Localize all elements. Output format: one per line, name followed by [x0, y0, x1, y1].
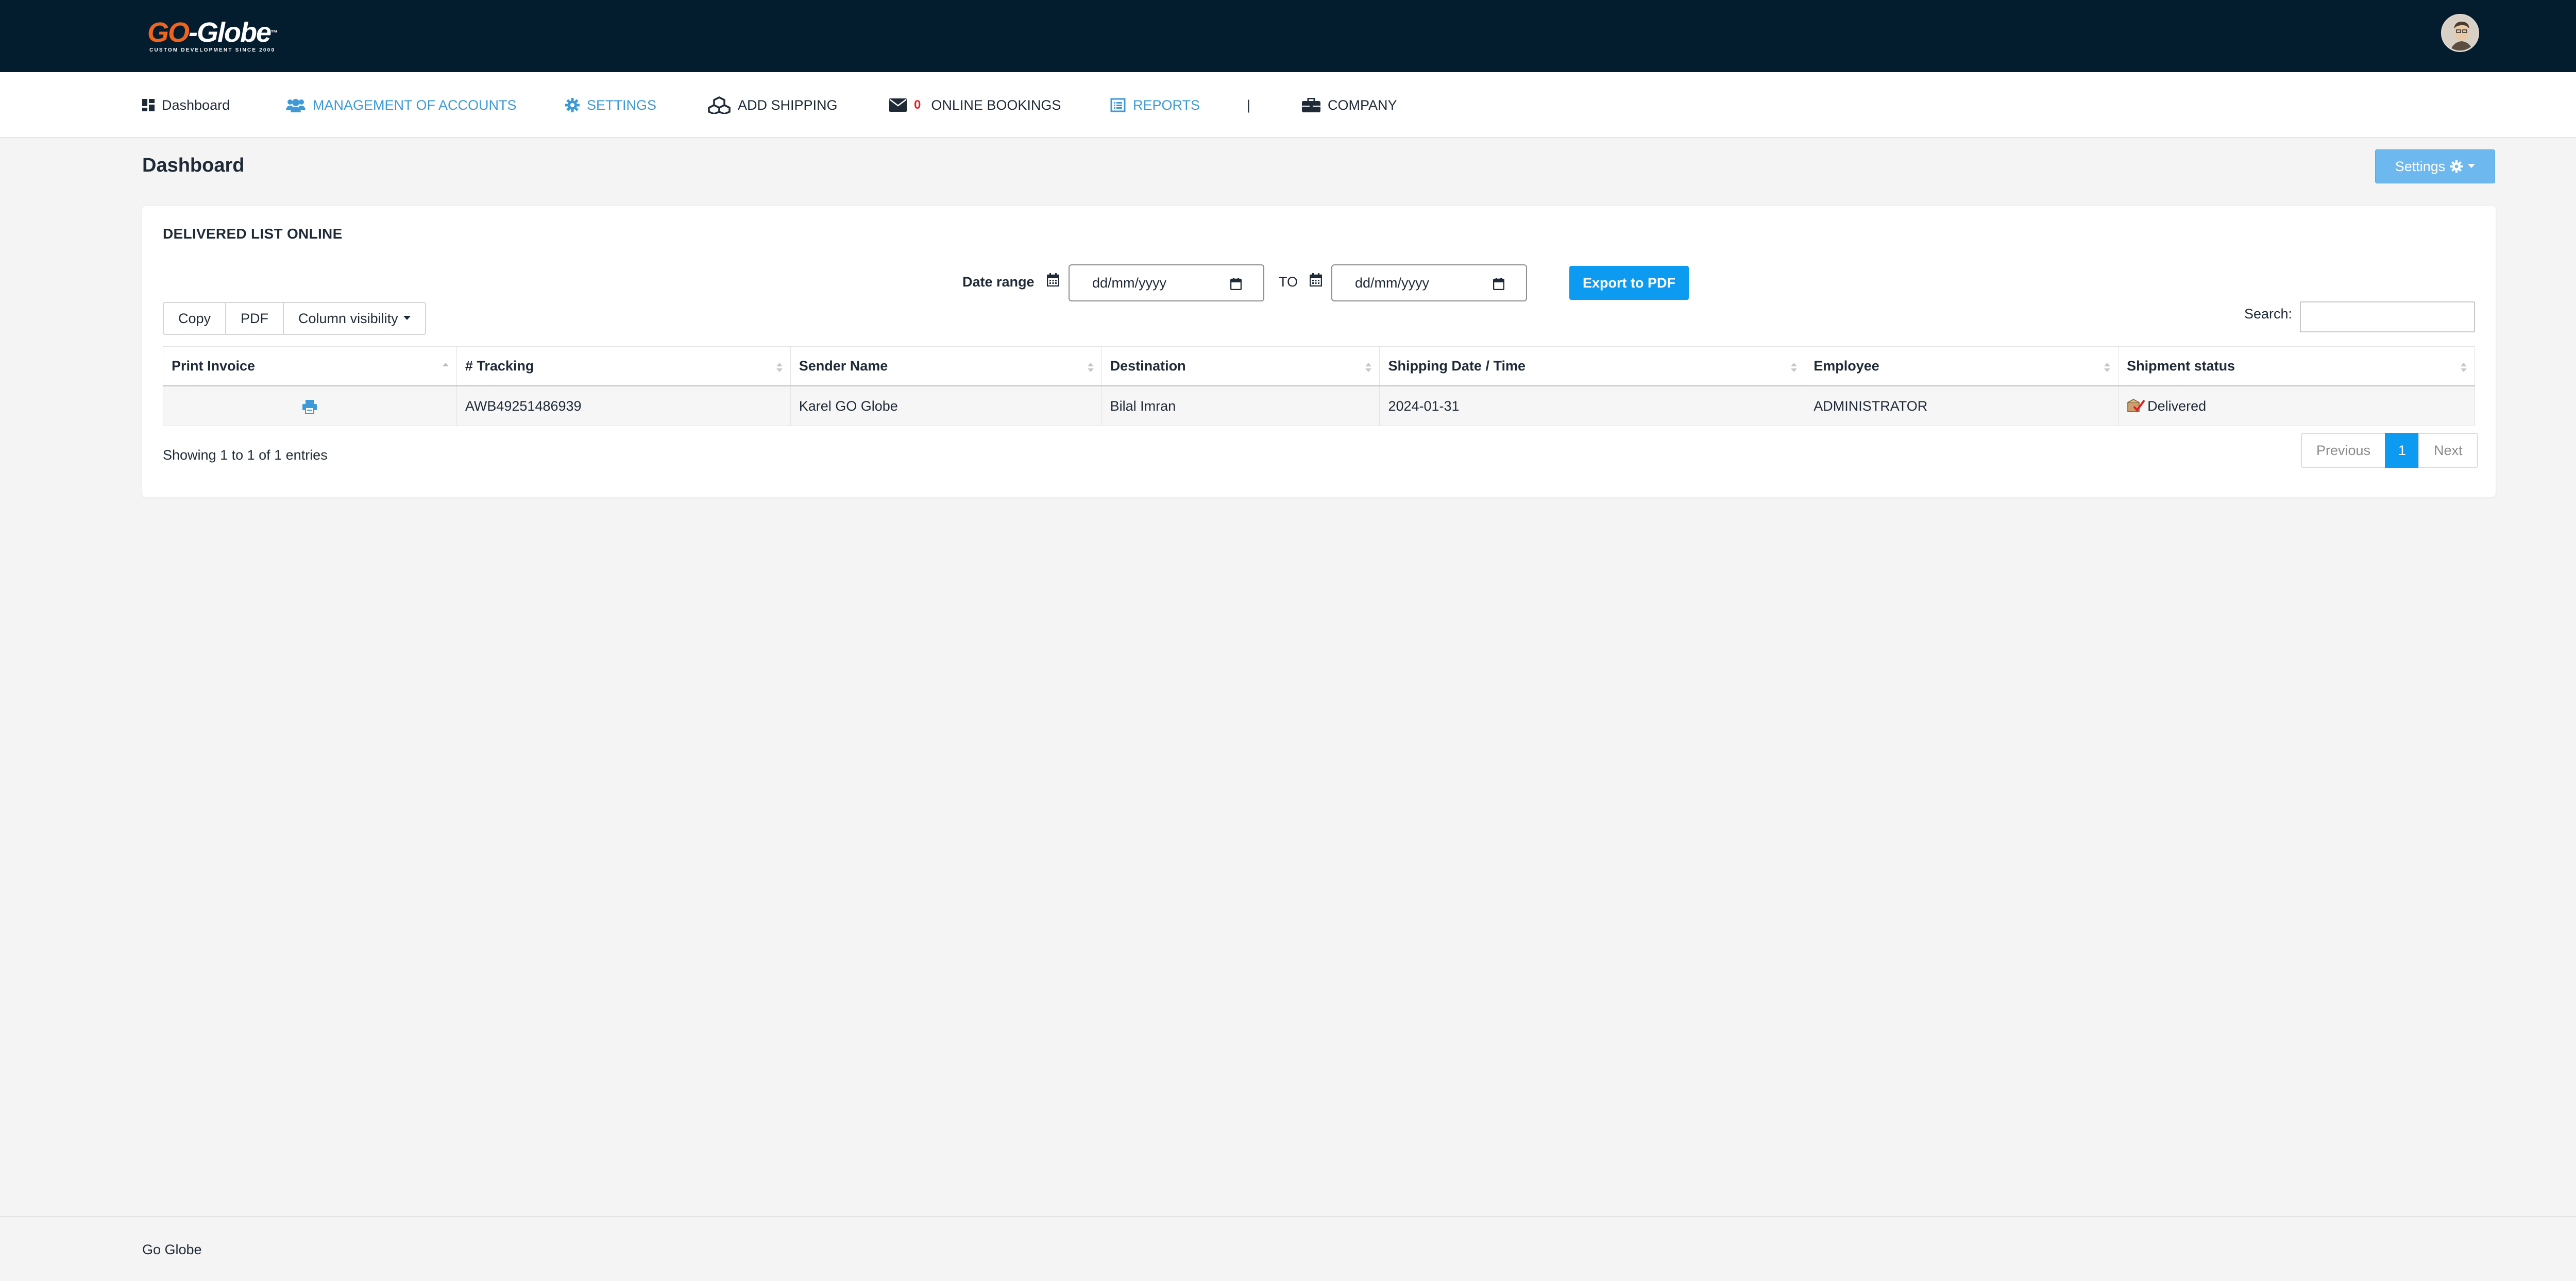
dashboard-icon [142, 99, 155, 111]
pdf-button[interactable]: PDF [225, 302, 284, 335]
nav-item-online-bookings[interactable]: 0 ONLINE BOOKINGS [889, 72, 1061, 138]
column-header-tracking[interactable]: # Tracking [456, 346, 791, 386]
go-globe-logo[interactable]: GO-Globe™ CUSTOM DEVELOPMENT SINCE 2000 [147, 18, 302, 55]
calendar-icon [1047, 273, 1059, 286]
table-export-buttons: Copy PDF Column visibility [163, 302, 426, 335]
caret-down-icon [403, 316, 411, 320]
nav-item-reports[interactable]: REPORTS [1110, 72, 1200, 138]
nav-item-management-of-accounts[interactable]: MANAGEMENT OF ACCOUNTS [286, 72, 517, 138]
sort-icon [1087, 363, 1094, 372]
nav-label-dashboard: Dashboard [162, 97, 230, 113]
settings-button-label: Settings [2395, 158, 2446, 174]
logo-tagline: CUSTOM DEVELOPMENT SINCE 2000 [149, 47, 276, 53]
nav-item-settings[interactable]: SETTINGS [565, 72, 656, 138]
main-nav: Dashboard MANAGEMENT OF ACCOUNTS SETTING… [0, 72, 2576, 138]
nav-item-company[interactable]: COMPANY [1302, 72, 1397, 138]
nav-item-add-shipping[interactable]: ADD SHIPPING [708, 72, 838, 138]
sort-icon [2104, 363, 2111, 372]
date-picker-icon[interactable] [1493, 278, 1504, 290]
sort-icon [1791, 363, 1798, 372]
employee-cell: ADMINISTRATOR [1805, 385, 2119, 426]
user-avatar[interactable] [2441, 14, 2479, 52]
date-from-placeholder: dd/mm/yyyy [1092, 275, 1167, 291]
search-label: Search: [2244, 306, 2293, 322]
avatar-icon [2443, 15, 2478, 50]
destination-cell: Bilal Imran [1101, 385, 1380, 426]
table-header-row: Print Invoice # Tracking Sender Name Des… [163, 346, 2475, 386]
table-row: AWB49251486939 Karel GO Globe Bilal Imra… [163, 385, 2475, 426]
nav-label-reports: REPORTS [1133, 97, 1200, 113]
nav-item-dashboard[interactable]: Dashboard [142, 72, 230, 138]
list-alt-icon [1110, 98, 1126, 112]
nav-label-add-shipping: ADD SHIPPING [738, 97, 838, 113]
footer-text: Go Globe [142, 1242, 202, 1257]
nav-label-settings: SETTINGS [587, 97, 657, 113]
previous-page-button[interactable]: Previous [2301, 433, 2386, 468]
envelope-icon [889, 98, 907, 112]
calendar-icon [1310, 273, 1322, 286]
column-header-employee[interactable]: Employee [1805, 346, 2119, 386]
nav-label-management-of-accounts: MANAGEMENT OF ACCOUNTS [313, 97, 517, 113]
users-icon [286, 99, 306, 112]
column-header-shipment-status[interactable]: Shipment status [2118, 346, 2475, 386]
settings-dropdown-button[interactable]: Settings [2375, 149, 2495, 183]
gear-icon [565, 98, 580, 112]
cubes-icon [708, 96, 731, 114]
column-visibility-button[interactable]: Column visibility [283, 302, 426, 335]
page-button-1[interactable]: 1 [2385, 433, 2420, 468]
copy-button[interactable]: Copy [163, 302, 227, 335]
column-visibility-label: Column visibility [298, 310, 398, 326]
date-picker-icon[interactable] [1230, 278, 1242, 290]
date-range-label: Date range [962, 274, 1035, 290]
gear-icon [2450, 160, 2463, 173]
date-to-label: TO [1279, 274, 1298, 290]
sort-icon [1365, 363, 1372, 372]
column-header-sender-name[interactable]: Sender Name [790, 346, 1102, 386]
nav-label-company: COMPANY [1328, 97, 1397, 113]
card-title: DELIVERED LIST ONLINE [163, 226, 343, 242]
date-to-placeholder: dd/mm/yyyy [1355, 275, 1430, 291]
column-header-destination[interactable]: Destination [1101, 346, 1380, 386]
shipment-status-cell: Delivered [2118, 385, 2475, 426]
tracking-cell[interactable]: AWB49251486939 [456, 385, 791, 426]
pagination: Previous 1 Next [2301, 433, 2478, 468]
logo-wordmark: GO-Globe™ [147, 17, 278, 48]
search-input[interactable] [2300, 301, 2475, 332]
table-info: Showing 1 to 1 of 1 entries [163, 447, 328, 463]
date-from-input[interactable]: dd/mm/yyyy [1069, 264, 1264, 301]
export-to-pdf-button[interactable]: Export to PDF [1569, 266, 1689, 300]
online-bookings-badge: 0 [914, 98, 921, 112]
sender-cell: Karel GO Globe [790, 385, 1102, 426]
page-title: Dashboard [142, 155, 245, 176]
caret-down-icon [2468, 164, 2476, 168]
delivered-list-card: DELIVERED LIST ONLINE Date range dd/mm/y… [142, 206, 2496, 497]
footer: Go Globe [0, 1216, 2576, 1281]
briefcase-icon [1302, 98, 1320, 112]
nav-label-online-bookings: ONLINE BOOKINGS [931, 97, 1061, 113]
date-to-input[interactable]: dd/mm/yyyy [1331, 264, 1527, 301]
shipping-date-cell: 2024-01-31 [1379, 385, 1806, 426]
delivered-table: Print Invoice # Tracking Sender Name Des… [163, 346, 2475, 426]
sort-asc-icon [442, 363, 449, 366]
next-page-button[interactable]: Next [2418, 433, 2478, 468]
sort-icon [2461, 363, 2467, 372]
print-invoice-cell [163, 385, 457, 426]
status-text: Delivered [2147, 398, 2207, 414]
top-bar: GO-Globe™ CUSTOM DEVELOPMENT SINCE 2000 [0, 0, 2576, 72]
delivered-icon [2127, 399, 2145, 412]
nav-separator: | [1247, 97, 1251, 113]
column-header-shipping-date[interactable]: Shipping Date / Time [1379, 346, 1806, 386]
printer-icon[interactable] [302, 399, 317, 414]
column-header-print-invoice[interactable]: Print Invoice [163, 346, 457, 386]
sort-icon [776, 363, 783, 372]
